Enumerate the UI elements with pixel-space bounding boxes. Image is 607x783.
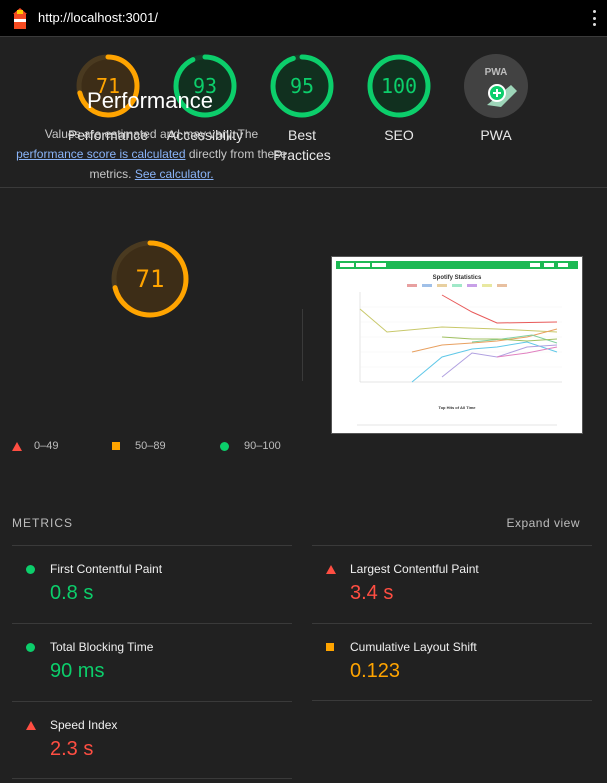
screenshot-table-title: Top Hits of All Time (438, 405, 476, 410)
metric-value: 3.4 s (350, 582, 394, 604)
status-icon (26, 643, 35, 652)
metric-value: 0.123 (350, 660, 401, 682)
metric-si: Speed Index 2.3 s (12, 701, 292, 779)
expand-view-toggle[interactable]: Expand view (506, 516, 580, 530)
gauge-ring: 100 (367, 54, 431, 118)
status-icon (326, 643, 334, 651)
legend-fail: 0–49 (12, 440, 58, 452)
metric-name: First Contentful Paint (50, 562, 163, 576)
metric-name: Total Blocking Time (50, 640, 154, 654)
legend-pass: 90–100 (220, 440, 281, 452)
performance-description: Values are estimated and may vary. The p… (10, 124, 293, 184)
status-icon (326, 565, 336, 574)
performance-title: Performance (87, 88, 213, 113)
screenshot-chart-title: Spotify Statistics (433, 275, 482, 281)
page-url: http://localhost:3001/ (38, 10, 158, 25)
divider (302, 309, 303, 381)
svg-text:PWA: PWA (485, 67, 508, 78)
lighthouse-icon (13, 8, 27, 29)
final-screenshot-thumbnail[interactable]: Spotify Statistics Top Hits of All Time (331, 256, 583, 434)
metric-value: 2.3 s (50, 738, 94, 760)
status-icon (26, 721, 36, 730)
gauge-label: PWA (480, 127, 512, 143)
desc-text: Values are estimated and may vary. The (44, 127, 259, 141)
metric-value: 0.8 s (50, 582, 94, 604)
gauge-pwa[interactable]: PWA PWA (448, 53, 544, 145)
gauge-label: SEO (384, 127, 414, 143)
legend-average: 50–89 (112, 440, 166, 452)
gauge-score: 100 (381, 74, 417, 98)
legend-range: 50–89 (135, 440, 166, 452)
divider (12, 778, 292, 779)
square-icon (112, 442, 120, 450)
divider (312, 700, 592, 701)
calculator-link[interactable]: See calculator. (135, 167, 214, 181)
performance-gauge: 71 (111, 240, 189, 318)
score-calc-link[interactable]: performance score is calculated (16, 147, 185, 161)
pwa-badge-icon: PWA (464, 54, 528, 118)
metric-tbt: Total Blocking Time 90 ms (12, 623, 292, 701)
metric-name: Largest Contentful Paint (350, 562, 479, 576)
performance-score: 71 (136, 265, 165, 293)
triangle-icon (12, 441, 22, 451)
screenshot-image: Spotify Statistics Top Hits of All Time (332, 257, 582, 433)
kebab-menu-icon[interactable] (593, 10, 597, 26)
legend-range: 90–100 (244, 440, 281, 452)
metric-name: Cumulative Layout Shift (350, 640, 477, 654)
metric-name: Speed Index (50, 718, 118, 732)
metric-fcp: First Contentful Paint 0.8 s (12, 545, 292, 623)
metric-value: 90 ms (50, 660, 105, 682)
top-bar: http://localhost:3001/ (0, 0, 607, 37)
metric-cls: Cumulative Layout Shift 0.123 (312, 623, 592, 701)
metrics-header: METRICS (12, 516, 73, 530)
gauge-seo[interactable]: 100 SEO (351, 53, 447, 145)
status-icon (26, 565, 35, 574)
metric-lcp: Largest Contentful Paint 3.4 s (312, 545, 592, 623)
circle-icon (220, 441, 229, 451)
legend-range: 0–49 (34, 440, 59, 452)
